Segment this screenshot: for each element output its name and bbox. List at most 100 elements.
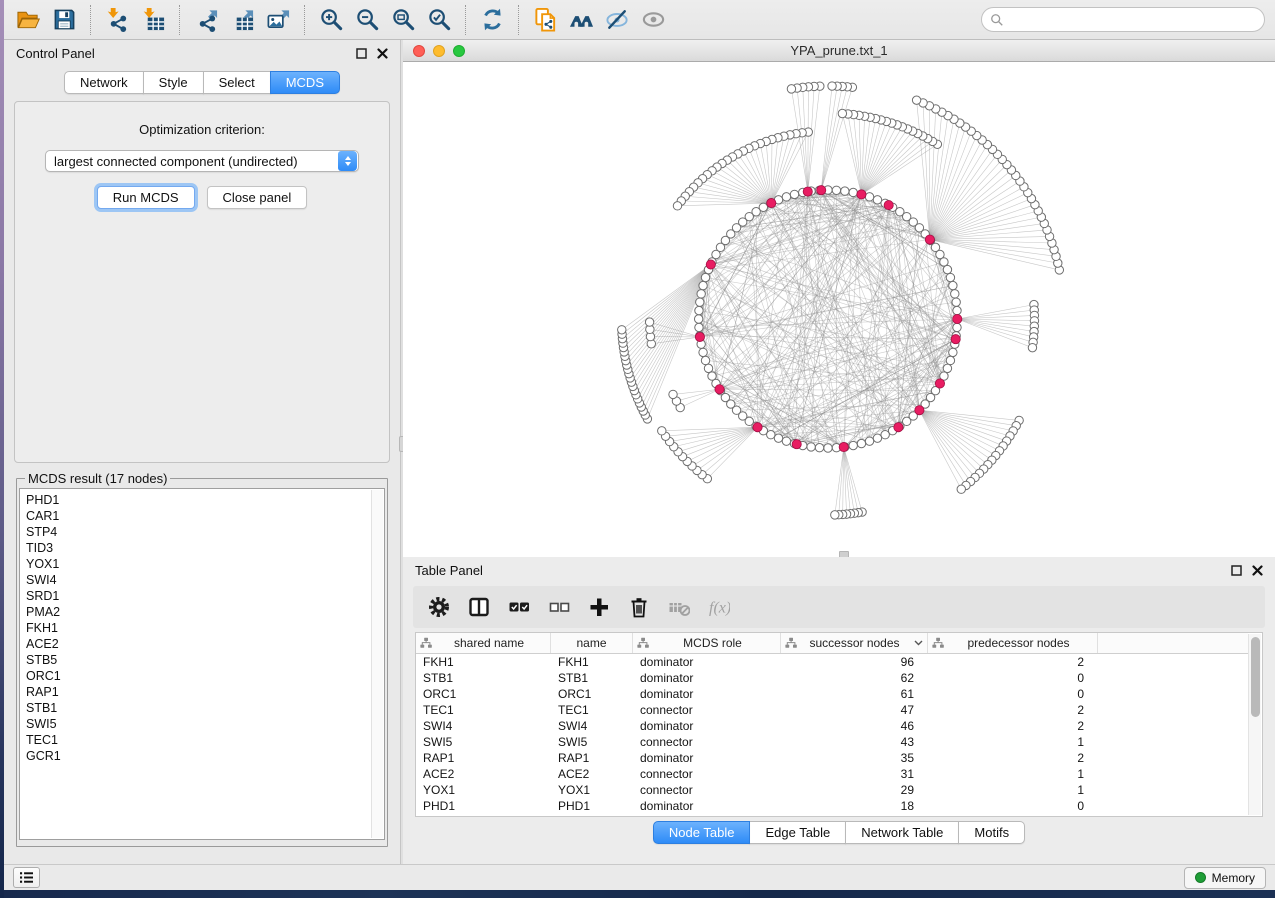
- table-scrollbar[interactable]: [1248, 634, 1261, 815]
- table-cell[interactable]: 0: [928, 798, 1098, 814]
- column-header-shared-name[interactable]: shared name: [416, 633, 551, 653]
- table-tab-network-table[interactable]: Network Table: [845, 821, 959, 844]
- mcds-result-item[interactable]: ORC1: [26, 668, 384, 684]
- table-cell[interactable]: 2: [928, 718, 1098, 734]
- table-cell[interactable]: [1098, 766, 1248, 782]
- tab-select[interactable]: Select: [203, 71, 271, 94]
- export-image-button[interactable]: [260, 3, 296, 37]
- mcds-result-item[interactable]: YOX1: [26, 556, 384, 572]
- table-cell[interactable]: RAP1: [551, 750, 633, 766]
- table-cell[interactable]: [1098, 750, 1248, 766]
- mcds-result-item[interactable]: RAP1: [26, 684, 384, 700]
- table-cell[interactable]: 0: [928, 670, 1098, 686]
- tab-mcds[interactable]: MCDS: [270, 71, 340, 94]
- table-cell[interactable]: SWI4: [551, 718, 633, 734]
- table-cell[interactable]: 0: [928, 686, 1098, 702]
- table-cell[interactable]: 31: [781, 766, 928, 782]
- mcds-result-item[interactable]: TID3: [26, 540, 384, 556]
- sort-menu-icon[interactable]: [914, 640, 923, 646]
- table-cell[interactable]: dominator: [633, 670, 781, 686]
- delete-row-button[interactable]: [627, 595, 651, 619]
- hide-selected-button[interactable]: [599, 3, 635, 37]
- mcds-result-item[interactable]: PHD1: [26, 492, 384, 508]
- table-cell[interactable]: 29: [781, 782, 928, 798]
- column-header-predecessor-nodes[interactable]: predecessor nodes: [928, 633, 1098, 653]
- first-neighbors-button[interactable]: [563, 3, 599, 37]
- table-cell[interactable]: YOX1: [416, 782, 551, 798]
- table-cell[interactable]: dominator: [633, 654, 781, 670]
- table-cell[interactable]: dominator: [633, 750, 781, 766]
- import-table-button[interactable]: [135, 3, 171, 37]
- zoom-fit-button[interactable]: [385, 3, 421, 37]
- mcds-list-scrollbar[interactable]: [371, 490, 383, 838]
- select-all-button[interactable]: [507, 595, 531, 619]
- table-cell[interactable]: 35: [781, 750, 928, 766]
- table-cell[interactable]: 2: [928, 702, 1098, 718]
- search-field[interactable]: [981, 7, 1265, 32]
- table-row-PHD1[interactable]: PHD1PHD1dominator180: [416, 798, 1248, 814]
- table-cell[interactable]: YOX1: [551, 782, 633, 798]
- table-cell[interactable]: dominator: [633, 718, 781, 734]
- optimization-criterion-select[interactable]: largest connected component (undirected): [45, 150, 359, 172]
- column-header-MCDS-role[interactable]: MCDS role: [633, 633, 781, 653]
- deselect-all-button[interactable]: [547, 595, 571, 619]
- table-cell[interactable]: connector: [633, 702, 781, 718]
- table-row-STB1[interactable]: STB1STB1dominator620: [416, 670, 1248, 686]
- table-row-ORC1[interactable]: ORC1ORC1dominator610: [416, 686, 1248, 702]
- export-table-button[interactable]: [224, 3, 260, 37]
- zoom-selected-button[interactable]: [421, 3, 457, 37]
- table-cell[interactable]: 47: [781, 702, 928, 718]
- close-table-panel-icon[interactable]: [1252, 565, 1263, 576]
- zoom-in-button[interactable]: [313, 3, 349, 37]
- table-cell[interactable]: TEC1: [551, 702, 633, 718]
- table-cell[interactable]: dominator: [633, 686, 781, 702]
- table-row-TEC1[interactable]: TEC1TEC1connector472: [416, 702, 1248, 718]
- close-panel-button[interactable]: Close panel: [207, 186, 308, 209]
- table-cell[interactable]: connector: [633, 782, 781, 798]
- table-cell[interactable]: dominator: [633, 798, 781, 814]
- mcds-result-item[interactable]: SWI5: [26, 716, 384, 732]
- table-cell[interactable]: 96: [781, 654, 928, 670]
- table-cell[interactable]: [1098, 782, 1248, 798]
- table-cell[interactable]: SWI5: [416, 734, 551, 750]
- table-cell[interactable]: ACE2: [551, 766, 633, 782]
- table-cell[interactable]: FKH1: [416, 654, 551, 670]
- table-row-SWI4[interactable]: SWI4SWI4dominator462: [416, 718, 1248, 734]
- table-cell[interactable]: [1098, 718, 1248, 734]
- table-cell[interactable]: 61: [781, 686, 928, 702]
- mcds-result-list[interactable]: PHD1CAR1STP4TID3YOX1SWI4SRD1PMA2FKH1ACE2…: [19, 488, 385, 840]
- mcds-result-item[interactable]: STB1: [26, 700, 384, 716]
- table-row-YOX1[interactable]: YOX1YOX1connector291: [416, 782, 1248, 798]
- run-mcds-button[interactable]: Run MCDS: [97, 186, 195, 209]
- table-tab-motifs[interactable]: Motifs: [958, 821, 1025, 844]
- table-tab-node-table[interactable]: Node Table: [653, 821, 751, 844]
- add-row-button[interactable]: [587, 595, 611, 619]
- tab-network[interactable]: Network: [64, 71, 144, 94]
- table-cell[interactable]: 1: [928, 766, 1098, 782]
- export-network-button[interactable]: [188, 3, 224, 37]
- horizontal-splitter-grip[interactable]: [839, 551, 849, 557]
- memory-button[interactable]: Memory: [1184, 867, 1266, 889]
- table-cell[interactable]: [1098, 798, 1248, 814]
- table-row-SWI5[interactable]: SWI5SWI5connector431: [416, 734, 1248, 750]
- table-cell[interactable]: FKH1: [551, 654, 633, 670]
- settings-button[interactable]: [427, 595, 451, 619]
- table-cell[interactable]: SWI5: [551, 734, 633, 750]
- network-window-titlebar[interactable]: YPA_prune.txt_1: [403, 40, 1275, 62]
- table-row-ACE2[interactable]: ACE2ACE2connector311: [416, 766, 1248, 782]
- mcds-result-item[interactable]: SRD1: [26, 588, 384, 604]
- network-canvas[interactable]: [403, 62, 1275, 557]
- table-scrollbar-thumb[interactable]: [1251, 637, 1260, 717]
- table-cell[interactable]: STB1: [551, 670, 633, 686]
- table-cell[interactable]: 46: [781, 718, 928, 734]
- table-cell[interactable]: PHD1: [551, 798, 633, 814]
- save-session-button[interactable]: [46, 3, 82, 37]
- mcds-result-item[interactable]: TEC1: [26, 732, 384, 748]
- table-cell[interactable]: ORC1: [551, 686, 633, 702]
- task-history-button[interactable]: [13, 867, 40, 888]
- float-table-panel-icon[interactable]: [1231, 565, 1242, 576]
- show-columns-button[interactable]: [467, 595, 491, 619]
- column-header-successor-nodes[interactable]: successor nodes: [781, 633, 928, 653]
- float-panel-icon[interactable]: [356, 48, 367, 59]
- table-cell[interactable]: [1098, 734, 1248, 750]
